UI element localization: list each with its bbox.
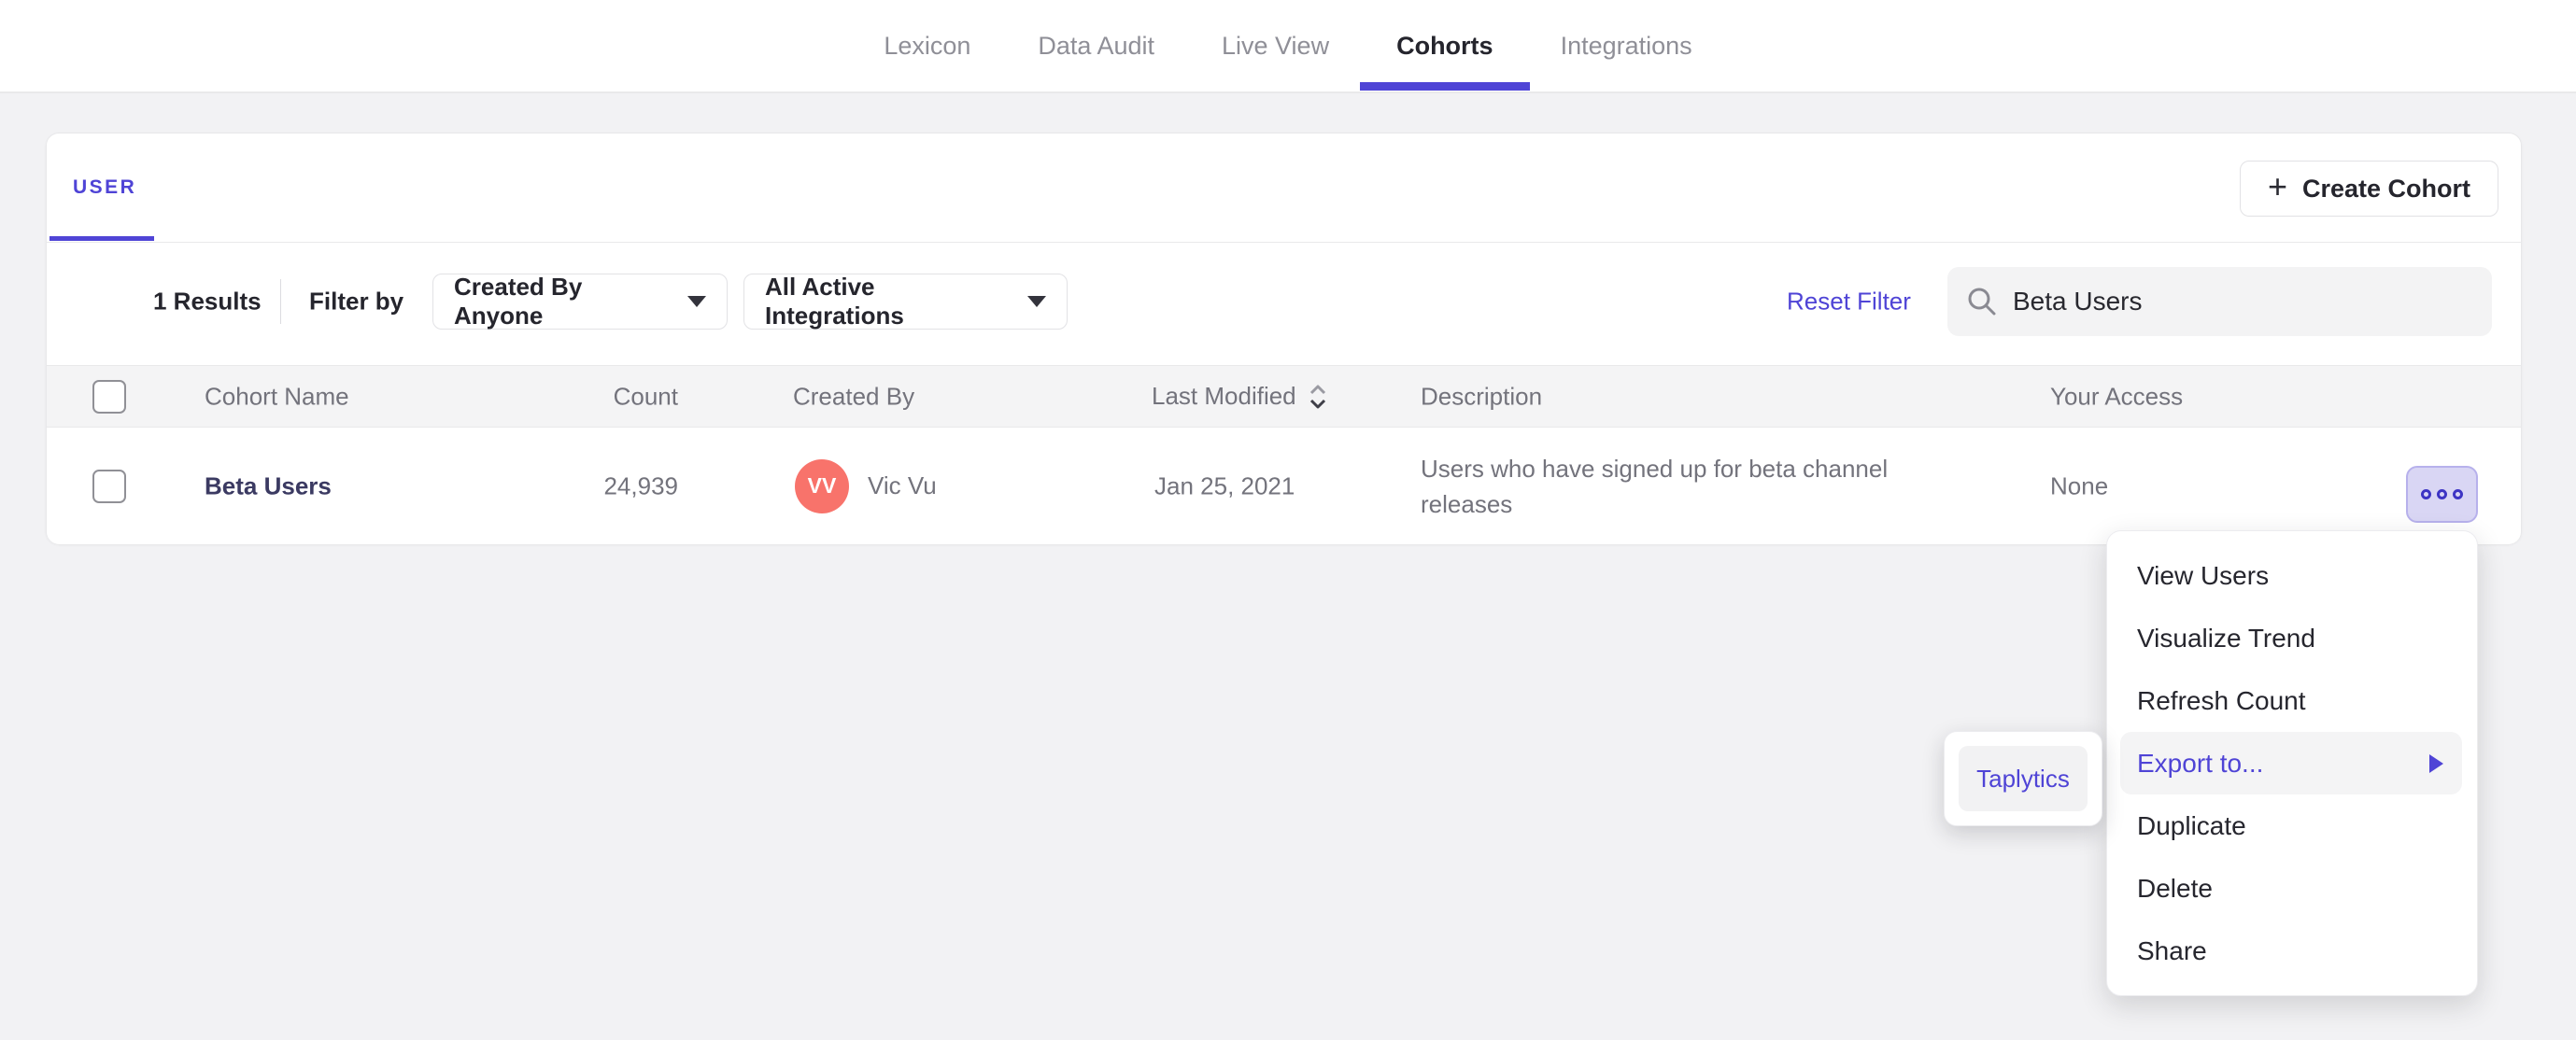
tab-cohorts[interactable]: Cohorts — [1396, 0, 1493, 91]
menu-item-view-users[interactable]: View Users — [2107, 544, 2477, 607]
created-by-dropdown-value: Created By Anyone — [454, 273, 583, 330]
header-your-access: Your Access — [2050, 382, 2184, 410]
submenu-item-taplytics[interactable]: Taplytics — [1959, 746, 2088, 811]
tab-data-audit[interactable]: Data Audit — [1038, 0, 1154, 91]
search-icon — [1968, 288, 1996, 316]
export-submenu: Taplytics — [1944, 731, 2102, 826]
menu-item-visualize-trend[interactable]: Visualize Trend — [2107, 607, 2477, 669]
tab-user[interactable]: USER — [73, 176, 136, 199]
user-tab-underline — [50, 236, 154, 241]
description-cell: Users who have signed up for beta channe… — [1421, 454, 1889, 518]
tab-live-view[interactable]: Live View — [1222, 0, 1329, 91]
header-last-modified-label: Last Modified — [1152, 382, 1296, 410]
divider — [47, 242, 2521, 243]
menu-item-duplicate[interactable]: Duplicate — [2107, 794, 2477, 857]
plus-icon: + — [2267, 167, 2287, 205]
divider — [280, 279, 281, 324]
more-options-icon — [2437, 489, 2447, 499]
menu-item-export-to-label: Export to... — [2137, 748, 2264, 778]
header-created-by: Created By — [793, 382, 915, 410]
menu-item-share[interactable]: Share — [2107, 920, 2477, 982]
avatar: VV — [795, 458, 849, 513]
created-by-name: Vic Vu — [868, 471, 937, 499]
more-options-button[interactable] — [2406, 466, 2478, 523]
submenu-arrow-icon — [2429, 753, 2443, 773]
table-row: Beta Users 24,939 VV Vic Vu Jan 25, 2021… — [47, 428, 2521, 545]
cohorts-card: USER + Create Cohort 1 Results Filter by… — [46, 133, 2522, 545]
cohorts-page: Lexicon Data Audit Live View Cohorts Int… — [0, 0, 2576, 1040]
filter-by-label: Filter by — [309, 287, 404, 316]
menu-item-export-to[interactable]: Export to... — [2120, 732, 2462, 794]
header-cohort-name: Cohort Name — [205, 382, 349, 410]
table-header: Cohort Name Count Created By Last Modifi… — [47, 365, 2521, 428]
sort-icon[interactable] — [1308, 382, 1328, 412]
cohort-name-link[interactable]: Beta Users — [205, 471, 332, 500]
create-cohort-label: Create Cohort — [2302, 174, 2471, 203]
integrations-dropdown-value: All Active Integrations — [765, 273, 904, 330]
cohort-count: 24,939 — [603, 471, 678, 499]
chevron-down-icon — [1027, 296, 1046, 307]
integrations-dropdown[interactable]: All Active Integrations — [743, 273, 1068, 330]
top-navigation: Lexicon Data Audit Live View Cohorts Int… — [0, 0, 2576, 93]
more-options-icon — [2421, 489, 2431, 499]
menu-item-delete[interactable]: Delete — [2107, 857, 2477, 920]
tab-lexicon[interactable]: Lexicon — [884, 0, 970, 91]
menu-item-refresh-count[interactable]: Refresh Count — [2107, 669, 2477, 732]
search-box[interactable] — [1947, 267, 2492, 336]
tab-integrations[interactable]: Integrations — [1561, 0, 1692, 91]
created-by-cell: VV Vic Vu — [795, 458, 937, 513]
select-all-checkbox[interactable] — [92, 380, 126, 414]
create-cohort-button[interactable]: + Create Cohort — [2240, 161, 2498, 217]
more-options-icon — [2453, 489, 2463, 499]
search-input[interactable] — [2013, 287, 2473, 316]
row-checkbox[interactable] — [92, 470, 126, 503]
your-access-cell: None — [2050, 471, 2109, 499]
row-context-menu: View Users Visualize Trend Refresh Count… — [2106, 530, 2478, 996]
chevron-down-icon — [687, 296, 706, 307]
reset-filter-link[interactable]: Reset Filter — [1787, 288, 1911, 316]
header-count: Count — [613, 382, 678, 410]
results-count: 1 Results — [153, 287, 262, 316]
created-by-dropdown[interactable]: Created By Anyone — [432, 273, 728, 330]
header-description: Description — [1421, 382, 1543, 410]
header-last-modified[interactable]: Last Modified — [1152, 382, 1328, 412]
last-modified-cell: Jan 25, 2021 — [1154, 471, 1295, 499]
